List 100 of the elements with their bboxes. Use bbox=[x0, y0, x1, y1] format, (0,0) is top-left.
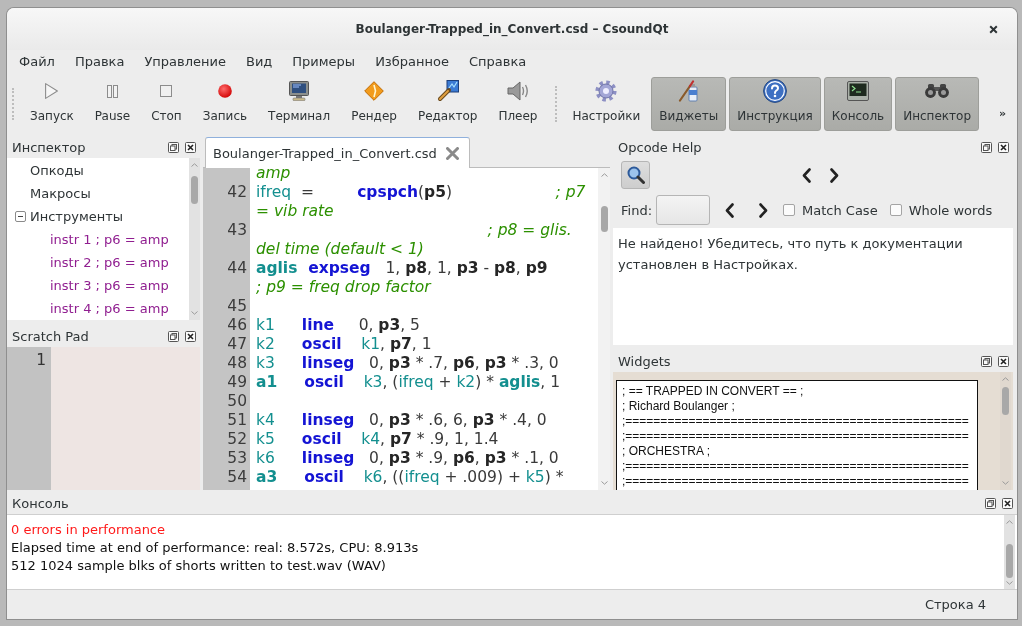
toolbar-button[interactable]: Запуск bbox=[21, 77, 83, 131]
search-button[interactable] bbox=[621, 161, 650, 189]
text-line: ; Richard Boulanger ; bbox=[622, 399, 735, 413]
toolbar-button[interactable]: Стоп bbox=[142, 77, 191, 131]
help-message: Не найдено! Убедитесь, что путь к документации установлен в Настройках. bbox=[613, 228, 1013, 345]
editor-tab[interactable]: Boulanger-Trapped_in_Convert.csd bbox=[205, 137, 470, 168]
dock-title: Инспектор bbox=[12, 139, 86, 155]
line-number: 52 bbox=[227, 430, 247, 448]
record-icon bbox=[217, 84, 232, 98]
text-line: ; ORCHESTRA ; bbox=[622, 444, 710, 458]
toolbar-button[interactable]: Терминал bbox=[259, 77, 340, 131]
code-line: k2 oscil k1, p7, 1 bbox=[256, 335, 432, 353]
menu-item[interactable]: Примеры bbox=[282, 51, 366, 73]
console-line: 0 errors in performance bbox=[11, 522, 166, 537]
close-icon[interactable] bbox=[185, 330, 196, 342]
dock-title: Opcode Help bbox=[618, 139, 702, 155]
chevron-right-icon[interactable] bbox=[759, 202, 768, 218]
code-line: k3 linseg 0, p3 * .7, p6, p3 * .3, 0 bbox=[256, 354, 559, 372]
two-squares-icon[interactable] bbox=[981, 355, 992, 367]
stop-icon bbox=[160, 85, 173, 97]
dock-title: Консоль bbox=[12, 495, 69, 511]
line-number: 54 bbox=[227, 468, 247, 486]
checkbox-label[interactable]: Match Case bbox=[802, 202, 878, 218]
toolbar-button[interactable]: Инструкция bbox=[729, 77, 821, 131]
tree-item[interactable]: instr 1 ; p6 = amp bbox=[50, 229, 169, 250]
tree-item[interactable]: Макросы bbox=[30, 183, 91, 204]
checkbox[interactable] bbox=[783, 204, 795, 216]
chevron-right-icon[interactable] bbox=[830, 167, 839, 183]
code-line: k4 linseg 0, p3 * .6, 6, p3 * .4, 0 bbox=[256, 411, 547, 429]
two-squares-icon[interactable] bbox=[168, 141, 179, 153]
scrollbar-thumb[interactable] bbox=[191, 176, 198, 204]
text-line: ;================================================= bbox=[622, 459, 969, 473]
checkbox[interactable] bbox=[889, 204, 902, 216]
search-icon bbox=[626, 166, 645, 184]
menu-item[interactable]: Файл bbox=[9, 51, 65, 73]
tree-item[interactable]: instr 4 ; p6 = amp bbox=[50, 298, 169, 319]
help-icon bbox=[763, 79, 787, 103]
tree-item[interactable]: Опкоды bbox=[30, 160, 84, 181]
toolbar-button[interactable]: Настройки bbox=[564, 77, 649, 131]
tree-item[interactable]: instr 3 ; p6 = amp bbox=[50, 275, 169, 296]
line-number: 48 bbox=[227, 354, 247, 372]
play-icon bbox=[45, 83, 59, 99]
toolbar-button[interactable]: Консоль bbox=[823, 77, 893, 131]
code-line: amp bbox=[256, 168, 291, 182]
code-line: ifreq = cpspch(p5) ; p7 bbox=[256, 183, 586, 201]
minus-box-icon[interactable] bbox=[15, 211, 26, 222]
toolbar-button[interactable]: Инспектор bbox=[895, 77, 980, 131]
code-line: a1 oscil k3, (ifreq + k2) * aglis, 1 bbox=[256, 373, 561, 391]
menu-item[interactable]: Справка bbox=[458, 51, 537, 73]
code-line: k1 line 0, p3, 5 bbox=[256, 316, 420, 334]
close-icon[interactable] bbox=[998, 355, 1009, 367]
gear-icon bbox=[595, 80, 618, 102]
overflow-button[interactable]: » bbox=[995, 105, 1009, 121]
code-line: k6 linseg 0, p3 * .9, p6, p3 * .1, 0 bbox=[256, 449, 559, 467]
close-icon[interactable] bbox=[185, 141, 196, 153]
line-number: 47 bbox=[227, 335, 247, 353]
code-line: ; p8 = glis. bbox=[487, 221, 572, 239]
menu-item[interactable]: Вид bbox=[235, 51, 283, 73]
code-line: ; p9 = freq drop factor bbox=[256, 278, 431, 296]
toolbar-button[interactable]: Pause bbox=[85, 77, 140, 131]
tree-item[interactable]: instr 2 ; p6 = amp bbox=[50, 252, 169, 273]
menu-item[interactable]: Правка bbox=[64, 51, 135, 73]
scrollbar-thumb[interactable] bbox=[600, 206, 608, 232]
line-number: 42 bbox=[227, 183, 247, 201]
tree-item[interactable]: Инструменты bbox=[30, 206, 124, 227]
console-line: 512 1024 sample blks of shorts written to test.wav (WAV) bbox=[11, 558, 386, 573]
wrench-icon bbox=[436, 80, 459, 102]
find-label: Find: bbox=[621, 202, 652, 218]
menu-item[interactable]: Управление bbox=[134, 51, 236, 73]
chevron-left-icon[interactable] bbox=[802, 167, 811, 183]
two-squares-icon[interactable] bbox=[981, 141, 992, 153]
status-text: Строка 4 bbox=[924, 596, 986, 612]
line-number: 45 bbox=[227, 297, 247, 315]
scrollbar-thumb[interactable] bbox=[1002, 387, 1009, 415]
scrollbar-thumb[interactable] bbox=[1006, 544, 1013, 578]
dock-title: Scratch Pad bbox=[12, 328, 89, 344]
line-number: 51 bbox=[227, 411, 247, 429]
toolbar-button[interactable]: Виджеты bbox=[651, 77, 727, 131]
toolbar-button[interactable]: Плеер bbox=[489, 77, 547, 131]
toolbar-button[interactable]: Редактор bbox=[408, 77, 487, 131]
find-field[interactable] bbox=[656, 195, 710, 225]
terminal-icon bbox=[847, 81, 869, 101]
text-line: ;================================================= bbox=[622, 429, 969, 443]
line-number: 46 bbox=[227, 316, 247, 334]
checkbox-label[interactable]: Whole words bbox=[908, 202, 993, 218]
chevron-left-icon[interactable] bbox=[725, 202, 734, 218]
menu-item[interactable]: Избранное bbox=[365, 51, 459, 73]
speaker-icon bbox=[506, 81, 529, 101]
window-title: Boulanger-Trapped_in_Convert.csd – CsoundQt bbox=[355, 22, 669, 36]
close-icon[interactable] bbox=[1002, 497, 1013, 509]
text-line: ;================================================= bbox=[622, 414, 969, 428]
pause-icon bbox=[107, 84, 118, 98]
two-squares-icon[interactable] bbox=[985, 497, 996, 509]
diamond-icon bbox=[364, 81, 384, 101]
text-line: ; == TRAPPED IN CONVERT == ; bbox=[622, 384, 804, 398]
two-squares-icon[interactable] bbox=[168, 330, 179, 342]
close-icon[interactable] bbox=[998, 141, 1009, 153]
paintbrush-icon bbox=[677, 80, 700, 102]
toolbar-button[interactable]: Запись bbox=[193, 77, 257, 131]
toolbar-button[interactable]: Рендер bbox=[342, 77, 406, 131]
